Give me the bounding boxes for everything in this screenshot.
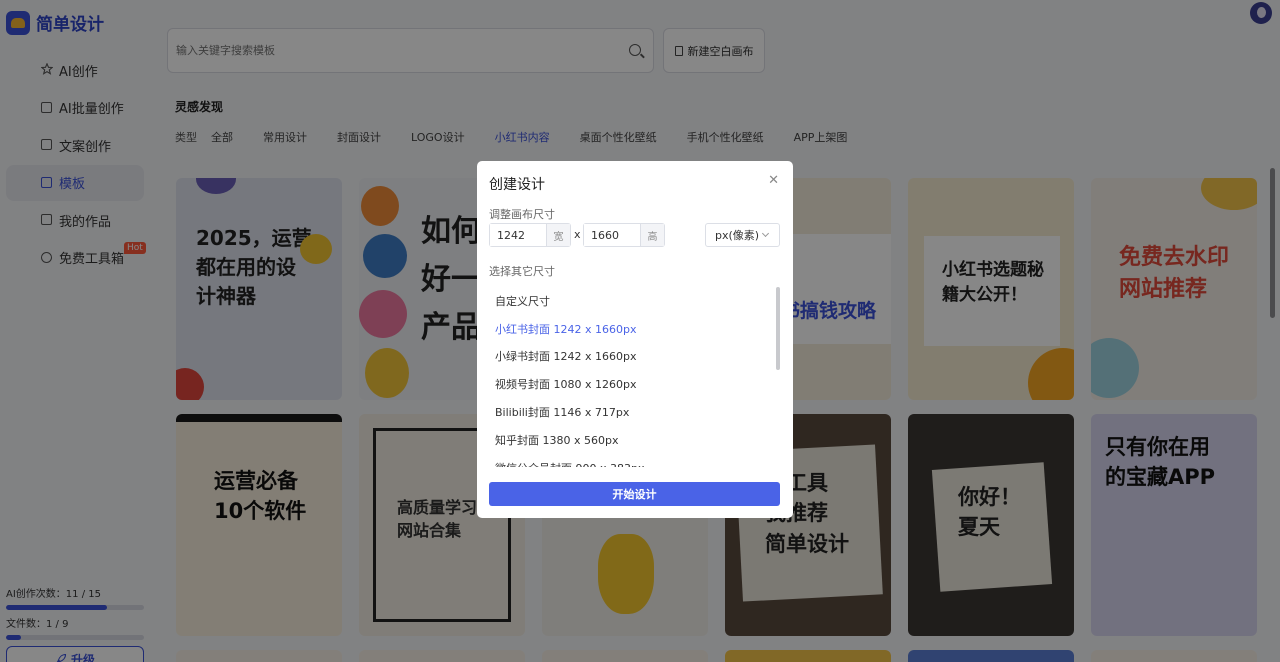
size-option[interactable]: 视频号封面 1080 x 1260px — [489, 370, 779, 398]
size-option[interactable]: 微信公众号封面 900 x 383px — [489, 454, 779, 467]
size-list-scrollbar[interactable] — [776, 287, 780, 370]
size-option[interactable]: Bilibili封面 1146 x 717px — [489, 398, 779, 426]
unit-select-value: px(像素) — [715, 229, 760, 242]
canvas-size-label: 调整画布尺寸 — [489, 208, 555, 221]
dialog-title: 创建设计 — [489, 177, 545, 193]
size-option[interactable]: 小红书封面 1242 x 1660px — [489, 315, 779, 343]
size-option[interactable]: 小绿书封面 1242 x 1660px — [489, 343, 779, 371]
chevron-down-icon — [761, 229, 770, 238]
close-icon[interactable]: ✕ — [768, 174, 779, 187]
size-list: 自定义尺寸 小红书封面 1242 x 1660px 小绿书封面 1242 x 1… — [489, 287, 779, 467]
width-unit: 宽 — [546, 224, 570, 246]
unit-select[interactable]: px(像素) — [705, 223, 780, 247]
start-design-button[interactable]: 开始设计 — [489, 482, 780, 506]
width-input[interactable] — [490, 224, 546, 246]
times-sign: x — [574, 228, 581, 241]
size-option[interactable]: 知乎封面 1380 x 560px — [489, 426, 779, 454]
height-input[interactable] — [584, 224, 640, 246]
width-field: 宽 — [489, 223, 571, 247]
height-field: 高 — [583, 223, 665, 247]
size-option[interactable]: 自定义尺寸 — [489, 287, 779, 315]
create-design-dialog: 创建设计 ✕ 调整画布尺寸 宽 x 高 px(像素) 选择其它尺寸 自定义尺寸 … — [477, 161, 793, 518]
other-sizes-label: 选择其它尺寸 — [489, 265, 555, 278]
height-unit: 高 — [640, 224, 664, 246]
